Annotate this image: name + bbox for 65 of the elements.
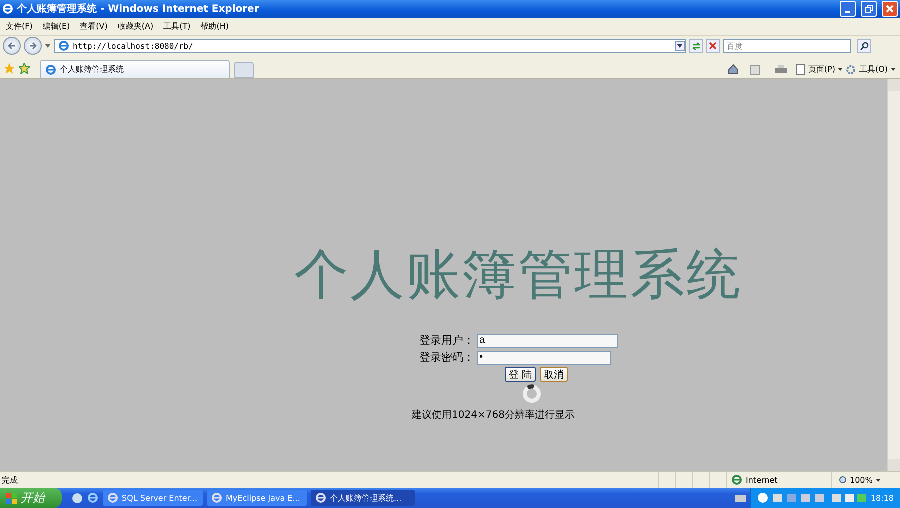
forward-arrow-icon (29, 42, 37, 50)
close-icon (886, 5, 894, 13)
login-button[interactable]: 登 陆 (505, 367, 536, 382)
menu-item[interactable]: 帮助(H) (198, 20, 232, 33)
restore-icon (865, 5, 873, 13)
security-zone: Internet (746, 476, 778, 484)
taskbar-button[interactable]: 个人账簿管理系统... (311, 490, 415, 506)
scrollbar[interactable] (887, 79, 900, 471)
input-field[interactable]: a (476, 334, 618, 348)
windows-logo-icon (6, 492, 17, 504)
browser-logo-icon (2, 3, 14, 15)
cancel-button[interactable]: 取消 (540, 367, 568, 382)
tools-menu-button[interactable]: 工具(O) (859, 64, 888, 75)
app-icon (107, 492, 119, 504)
menu-item[interactable]: 文件(F) (3, 20, 36, 33)
dropdown-caret-icon[interactable] (677, 44, 683, 48)
zoom-icon (838, 476, 847, 484)
forward-button[interactable] (24, 37, 42, 55)
stop-button[interactable] (706, 39, 720, 53)
app-icon (315, 492, 327, 504)
menu-item[interactable]: 编辑(E) (40, 20, 74, 33)
page-menu-button[interactable]: 页面(P) (808, 64, 836, 75)
input-field[interactable]: • (476, 350, 610, 364)
refresh-arrows-icon (692, 42, 700, 50)
dropdown-caret-icon[interactable] (838, 68, 844, 71)
menu-item[interactable]: 收藏夹(A) (114, 20, 157, 33)
field-label: 登录用户： (420, 333, 474, 348)
search-field[interactable]: 百度 (723, 39, 851, 53)
browser-tab[interactable]: 个人账簿管理系统 (40, 60, 230, 78)
back-button[interactable] (3, 37, 21, 55)
menu-item[interactable]: 查看(V) (77, 20, 111, 33)
tray-icons-drawing[interactable] (756, 492, 867, 504)
status-text: 完成 (2, 476, 18, 484)
clock: 18:18 (870, 494, 894, 502)
minimize-button[interactable] (840, 1, 856, 17)
zoom-level-button[interactable]: 100% (850, 476, 873, 484)
window-title: 个人账簿管理系统 - Windows Internet Explorer (17, 2, 260, 16)
refresh-button[interactable] (689, 39, 703, 53)
browser-logo-icon (87, 492, 99, 504)
resolution-note: 建议使用1024×768分辨率进行显示 (412, 408, 576, 422)
taskbar-button[interactable]: MyEclipse Java E... (207, 490, 307, 506)
field-label: 登录密码： (420, 350, 474, 365)
close-button[interactable] (882, 1, 898, 17)
dropdown-caret-icon[interactable] (45, 44, 51, 48)
restore-button[interactable] (861, 1, 877, 17)
search-icon (860, 42, 868, 50)
dropdown-caret-icon[interactable] (891, 68, 896, 71)
dropdown-caret-icon[interactable] (876, 478, 881, 482)
globe-icon (731, 474, 743, 486)
back-arrow-icon (8, 42, 16, 50)
favorites-star-icon[interactable] (4, 63, 15, 74)
app-icon (211, 492, 223, 504)
address-bar[interactable]: http://localhost:8080/rb/ (54, 39, 686, 53)
menu-item[interactable]: 工具(T) (160, 20, 194, 33)
keyboard-icon[interactable] (734, 494, 746, 502)
stop-x-icon (709, 42, 717, 50)
gear-icon (846, 64, 856, 74)
loading-spinner-icon (522, 384, 542, 404)
address-field[interactable]: http://localhost:8080/rb/ (73, 42, 672, 50)
printer-icon[interactable] (775, 64, 788, 74)
taskbar-button[interactable]: SQL Server Enter... (103, 490, 203, 506)
page-heading: 个人账簿管理系统 (294, 242, 742, 308)
add-favorite-star-icon[interactable] (19, 63, 30, 74)
home-icon[interactable] (728, 64, 740, 75)
search-button[interactable] (857, 39, 871, 53)
